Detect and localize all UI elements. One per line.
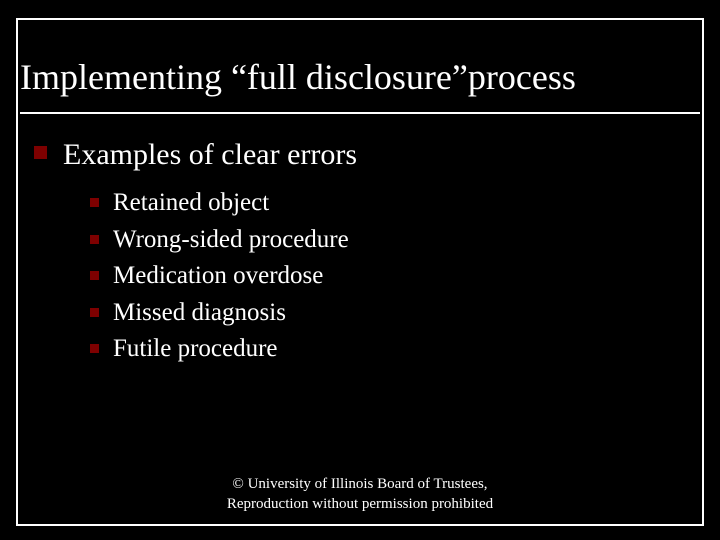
slide: Implementing “full disclosure”process Ex…: [0, 0, 720, 540]
footer-line1: © University of Illinois Board of Truste…: [0, 474, 720, 494]
slide-frame: [16, 18, 704, 526]
footer-line2: Reproduction without permission prohibit…: [0, 494, 720, 514]
footer: © University of Illinois Board of Truste…: [0, 474, 720, 515]
